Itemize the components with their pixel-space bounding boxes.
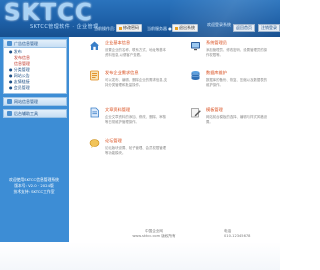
feature-title: 企业基本信息 xyxy=(105,40,131,45)
footer-phone-value: 010-12345678 xyxy=(224,234,251,238)
panel-ad-info-items: ● 发布 发布信息 信息管理 ● 分类管理 ● 网站公告 ● 友情链接 ● 会员… xyxy=(4,48,66,93)
home-icon xyxy=(90,41,99,50)
document-icon xyxy=(90,107,99,118)
feature-desc: 论坛版块设置、帖子管理、会员权限管理等功能模块。 xyxy=(105,146,167,155)
chip-label: 修改密码 xyxy=(123,25,139,30)
sidebar-notice: 欢迎使用SKTCC信息管理系统 版本号: V2.0 · 2024版 技术支持: … xyxy=(3,177,65,195)
folder-icon xyxy=(7,111,12,116)
sign-out-button[interactable]: 注销登录 xyxy=(258,24,280,32)
edit-icon xyxy=(191,108,201,118)
feature-title: 论坛管理 xyxy=(105,138,122,143)
sidebar: 广告信息管理 ● 发布 发布信息 信息管理 ● 分类管理 ● 网站公告 ● 友情… xyxy=(0,37,69,270)
exit-icon xyxy=(175,26,178,30)
sidebar-item-members[interactable]: ● 会员管理 xyxy=(4,85,66,91)
panel-title: 后台辅助工具 xyxy=(14,111,38,116)
list-icon xyxy=(90,70,99,81)
panel-ad-info: 广告信息管理 ● 发布 发布信息 信息管理 ● 分类管理 ● 网站公告 ● 友情… xyxy=(3,39,67,94)
folder-icon xyxy=(7,99,12,104)
panel-tools: 后台辅助工具 xyxy=(3,109,67,118)
feature-title: 数据库维护 xyxy=(206,70,227,75)
feature-title: 文章资料管理 xyxy=(105,107,131,112)
database-icon xyxy=(191,71,200,80)
panel-title: 广告信息管理 xyxy=(14,41,38,46)
footer-line2: www.sktcc.com 版权所有 xyxy=(132,234,176,238)
bottom-band xyxy=(0,242,280,270)
change-password-chip[interactable]: 修改密码 xyxy=(116,24,142,32)
feature-desc: 设置企业的名称、联系方式、地址等基本资料信息,以便客户查看。 xyxy=(105,48,167,57)
feature-desc: 添加管理员、修改密码、设置管理员的操作权限等。 xyxy=(206,48,268,57)
header-banner: SKTCC SKTCC管理软件 · 企业管理 当前操作员: 管理员 修改密码 当… xyxy=(0,0,280,37)
feature-desc: 企业文章资料的添加、修改、删除、审核等日常维护管理操作。 xyxy=(105,115,167,124)
folder-icon xyxy=(7,41,12,46)
feature-desc: 数据库的备份、恢复、压缩以及数据表的维护操作。 xyxy=(206,78,268,87)
welcome-text: 欢迎登录系统 xyxy=(207,22,231,27)
feature-title: 模板管理 xyxy=(206,107,223,112)
footer-right: 电话 010-12345678 xyxy=(224,229,250,238)
panel-title: 网站信息管理 xyxy=(14,99,38,104)
footer-center: 中国企业网 www.sktcc.com 版权所有 xyxy=(124,229,184,239)
feature-title: 系统管理员 xyxy=(206,40,227,45)
logout-chip[interactable]: 退出系统 xyxy=(172,24,198,32)
feature-desc: 可以发布、编辑、删除企业的需求信息,支持分类管理和批量操作。 xyxy=(105,78,168,87)
user-icon xyxy=(191,42,200,51)
home-button[interactable]: 返回首页 xyxy=(233,24,255,32)
chip-label: 退出系统 xyxy=(179,25,195,30)
panel-tools-header[interactable]: 后台辅助工具 xyxy=(4,110,66,117)
panel-site-info: 网站信息管理 xyxy=(3,97,67,106)
notice-line: 技术支持: SKTCC工作室 xyxy=(13,189,55,194)
feature-desc: 网站前台模板的选择、编辑与样式风格设置。 xyxy=(206,115,268,124)
panel-site-info-header[interactable]: 网站信息管理 xyxy=(4,98,66,105)
chat-icon xyxy=(89,139,100,148)
panel-ad-info-header[interactable]: 广告信息管理 xyxy=(4,40,66,48)
top-nav: 当前操作员: 管理员 修改密码 当前服务器 ●在线 退出系统 欢迎登录系统 返回… xyxy=(0,20,280,37)
key-icon xyxy=(119,26,122,30)
footer: 中国企业网 www.sktcc.com 版权所有 电话 010-12345678 xyxy=(69,229,280,243)
feature-title: 发布企业需求信息 xyxy=(105,70,139,75)
